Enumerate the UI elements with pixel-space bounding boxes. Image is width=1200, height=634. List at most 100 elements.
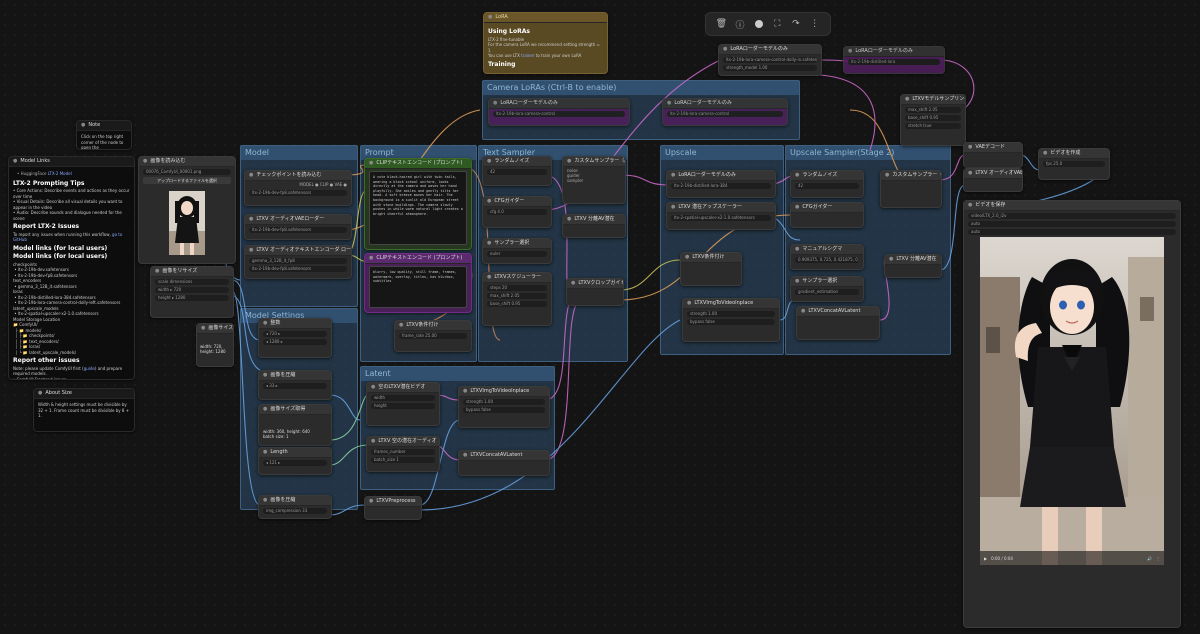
upscaler-select[interactable]: ltx-2-spatial-upscaler-x2-1.0.safetensor… xyxy=(671,215,771,221)
lora-loader-top-node[interactable]: LoRAローダーモデルのみ ltx-2-19b-lora-camera-cont… xyxy=(718,44,822,76)
length-node[interactable]: Length ◂ 121 ▸ xyxy=(258,447,332,475)
separate-av-node[interactable]: LTXV 分離AV潜在 xyxy=(562,214,626,238)
audio-vae-loader-node[interactable]: LTXV オーディオVAEローダー ltx-2-19b-dev-fp8.safe… xyxy=(244,214,352,240)
manual-sigmas-node[interactable]: マニュアルシグマ 0.909375, 0.725, 0.421875, 0.0 xyxy=(790,244,864,270)
resize-image-node[interactable]: 画像をリサイズ scale dimensions width ▸ 720 hei… xyxy=(150,266,234,318)
resize-mode-select[interactable]: scale dimensions xyxy=(155,279,229,285)
cfg-guider-node[interactable]: CFGガイダー cfg 4.0 xyxy=(482,196,552,228)
codec-select[interactable]: auto xyxy=(968,229,1176,235)
max-shift[interactable]: max_shift 2.05 xyxy=(905,107,961,113)
preprocess-node[interactable]: 画像を圧縮 img_compression 33 xyxy=(258,495,332,519)
color-dot-icon[interactable] xyxy=(752,17,766,31)
base-shift-value[interactable]: base_shift 0.95 xyxy=(487,301,547,307)
strength-value[interactable]: strength 1.00 xyxy=(687,311,775,317)
upscale-sampler-select-node[interactable]: サンプラー選択 gradient_estimation xyxy=(790,276,864,302)
volume-icon[interactable]: 🔊 xyxy=(1147,556,1152,561)
width-node[interactable]: 整数 ◂ 720 ▸ ◂ 1280 ▸ xyxy=(258,318,332,358)
lora-select[interactable]: ltx-2-19b-lora-camera-control-dolly-in.s… xyxy=(723,57,817,63)
about-size-note[interactable]: About Size Width & height settings must … xyxy=(33,388,135,432)
lora-select[interactable]: ltx-2-19b-distilled-lora-384 xyxy=(671,183,771,189)
share-icon[interactable]: ↷ xyxy=(789,17,803,31)
base-shift[interactable]: base_shift 0.95 xyxy=(905,115,961,121)
upscale-concat-node[interactable]: LTXVConcatAVLatent xyxy=(796,306,880,340)
bypass-value[interactable]: bypass false xyxy=(463,407,545,413)
batch-size[interactable]: batch_size 1 xyxy=(371,457,435,463)
conditioning-node[interactable]: LTXV条件付け frame_rate 25.00 xyxy=(394,320,472,352)
lora-name[interactable]: ltx-2-19b-lora-camera-control xyxy=(667,111,783,117)
negative-prompt-node[interactable]: CLIPテキストエンコード (プロンプト) blurry, low qualit… xyxy=(364,253,472,313)
audio-vae-select[interactable]: ltx-2-19b-dev-fp8.safetensors xyxy=(249,227,347,233)
noise-seed[interactable]: 42 xyxy=(487,169,547,175)
checkpoint-loader-node[interactable]: チェックポイントを読み込む MODEL ● CLIP ● VAE ● ltx-2… xyxy=(244,170,352,206)
model-sampling-node[interactable]: LTXVモデルサンプリング max_shift 2.05 base_shift … xyxy=(900,94,966,146)
custom-sampler-node[interactable]: カスタムサンプラー（高度） noiseguidersampler xyxy=(562,156,626,204)
sampler-name[interactable]: gradient_estimation xyxy=(795,289,859,295)
audio-decode-node[interactable]: LTXV オーディオVAEデコード xyxy=(963,168,1023,192)
bypass-value[interactable]: bypass false xyxy=(687,319,775,325)
more-vertical-icon[interactable]: ⋮ xyxy=(808,17,822,31)
sigmas-value[interactable]: 0.909375, 0.725, 0.421875, 0.0 xyxy=(795,257,859,263)
lora-loader-bypassed[interactable]: LoRAローダーモデルのみ ltx-2-19b-distilled-lora xyxy=(843,46,945,74)
resize-width[interactable]: width ▸ 720 xyxy=(155,287,229,293)
sampler-select-node[interactable]: サンプラー選択 euler xyxy=(482,238,552,264)
format-select[interactable]: auto xyxy=(968,221,1176,227)
latent-width[interactable]: width xyxy=(371,395,435,401)
empty-latent-video-node[interactable]: 空のLTXV潜在ビデオ width height xyxy=(366,382,440,426)
get-image-size-node[interactable]: 画像サイズを取得 width: 720, height: 1280 xyxy=(196,323,234,367)
image-select[interactable]: 00076_ComfyUI_00001.png xyxy=(143,169,231,175)
ltxv-preprocess-node[interactable]: LTXVPreprocess xyxy=(364,496,422,520)
sampler-name[interactable]: euler xyxy=(487,251,547,257)
create-video-node[interactable]: ビデオを作成 fps 25.0 xyxy=(1038,148,1110,180)
concat-av-node[interactable]: LTXVConcatAVLatent xyxy=(458,450,550,476)
crop-guides-node[interactable]: LTXVクロップガイド xyxy=(566,278,624,306)
upload-button[interactable]: アップロードするファイルを選択 xyxy=(143,177,231,184)
text-encoder-select[interactable]: gemma_3_12B_it_fp8 xyxy=(249,258,347,264)
upscale-custom-sampler-node[interactable]: カスタムサンプラー（高度） xyxy=(880,170,942,208)
save-video-node[interactable]: ビデオを保存 video/LTX_2.0_i2v auto auto xyxy=(963,200,1181,628)
strength-value[interactable]: strength 1.00 xyxy=(463,399,545,405)
checkpoint-select-2[interactable]: ltx-2-19b-dev-fp8.safetensors xyxy=(249,266,347,272)
stretch[interactable]: stretch true xyxy=(905,123,961,129)
model-links-note[interactable]: Model Links • HuggingFace LTX-2 Model LT… xyxy=(8,156,135,380)
output-video-preview[interactable]: ▶ 0:00 / 0:04 🔊 ⋮ xyxy=(980,237,1164,565)
camera-lora-node-2[interactable]: LoRAローダーモデルのみ ltx-2-19b-lora-camera-cont… xyxy=(662,98,788,126)
empty-audio-latent-node[interactable]: LTXV 空の潜在オーディオ frames_number batch_size … xyxy=(366,436,440,472)
cfg-value[interactable]: cfg 4.0 xyxy=(487,209,547,215)
length-value[interactable]: ◂ 121 ▸ xyxy=(263,460,327,466)
negative-prompt-textarea[interactable]: blurry, low quality, still frame, frames… xyxy=(369,266,467,308)
more-icon[interactable]: ⋮ xyxy=(1156,556,1160,561)
text-encoder-loader-node[interactable]: LTXV オーディオテキストエンコーダ ローダー gemma_3_12B_it_… xyxy=(244,245,352,279)
play-icon[interactable]: ▶ xyxy=(984,556,987,561)
upscale-random-noise-node[interactable]: ランダムノイズ 42 xyxy=(790,170,864,198)
compression-value[interactable]: img_compression 33 xyxy=(263,508,327,514)
lora-select[interactable]: ltx-2-19b-distilled-lora xyxy=(848,59,940,65)
upscale-lora-node[interactable]: LoRAローダーモデルのみ ltx-2-19b-distilled-lora-3… xyxy=(666,170,776,198)
upscale-cfg-node[interactable]: CFGガイダー xyxy=(790,202,864,228)
scheduler-node[interactable]: LTXVスケジューラー steps 20 max_shift 2.05 base… xyxy=(482,272,552,326)
camera-lora-node-1[interactable]: LoRAローダーモデルのみ ltx-2-19b-lora-camera-cont… xyxy=(488,98,630,126)
latent-height[interactable]: height xyxy=(371,403,435,409)
trash-icon[interactable]: 🗑 xyxy=(714,17,728,31)
lora-note[interactable]: LoRA Using LoRAs LTX-2 fine-tunableFor t… xyxy=(483,12,608,74)
frame-rate-value[interactable]: frame_rate 25.00 xyxy=(399,333,467,339)
img-to-video-node[interactable]: LTXVImgToVideoInplace strength 1.00 bypa… xyxy=(458,386,550,428)
frames-number[interactable]: frames_number xyxy=(371,449,435,455)
img-compress-node[interactable]: 画像を圧縮 ◂ 33 ▸ xyxy=(258,370,332,400)
info-icon[interactable]: ⓘ xyxy=(733,17,747,31)
latent-upscale-node[interactable]: LTXV 潜在アップスケーラー ltx-2-spatial-upscaler-x… xyxy=(666,202,776,230)
load-image-node[interactable]: 画像を読み込む 00076_ComfyUI_00001.png アップロードする… xyxy=(138,156,236,264)
height-value[interactable]: ◂ 1280 ▸ xyxy=(263,339,327,345)
resize-height[interactable]: height ▸ 1280 xyxy=(155,295,229,301)
upscale-img-to-video-node[interactable]: LTXVImgToVideoInplace strength 1.00 bypa… xyxy=(682,298,780,342)
lora-strength[interactable]: strength_model 1.00 xyxy=(723,65,817,71)
width-value[interactable]: ◂ 720 ▸ xyxy=(263,331,327,337)
checkpoint-select[interactable]: ltx-2-19b-dev-fp8.safetensors xyxy=(249,190,347,196)
fit-view-icon[interactable]: ⛶ xyxy=(770,17,784,31)
upscale-separate-av-node[interactable]: LTXV 分離AV潜在 xyxy=(884,254,942,278)
noise-seed[interactable]: 42 xyxy=(795,183,859,189)
steps-value[interactable]: steps 20 xyxy=(487,285,547,291)
positive-prompt-node[interactable]: CLIPテキストエンコード (プロンプト) A cute black-haire… xyxy=(364,158,472,250)
random-noise-node[interactable]: ランダムノイズ 42 xyxy=(482,156,552,186)
vae-decode-node[interactable]: VAEデコード xyxy=(963,142,1023,168)
top-note[interactable]: Note Click on the top right corner of th… xyxy=(76,120,132,150)
